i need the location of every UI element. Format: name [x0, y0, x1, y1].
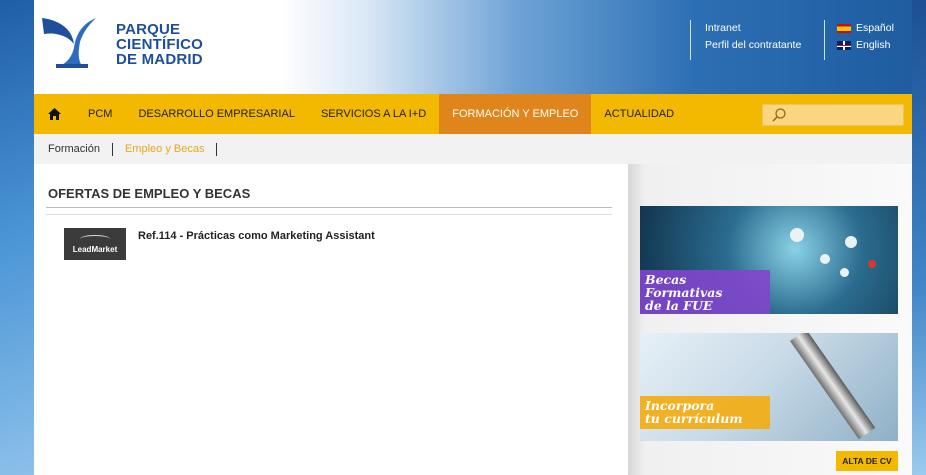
incorpora-curriculum-label: Incorpora tu currículum [640, 396, 770, 429]
sub-nav: Formación Empleo y Becas [34, 134, 912, 164]
nav-formacion-empleo[interactable]: FORMACIÓN Y EMPLEO [439, 94, 592, 134]
main-content: OFERTAS DE EMPLEO Y BECAS LeadMarket Ref… [34, 164, 628, 475]
page-background-left [0, 0, 34, 475]
page-wrapper: PARQUE CIENTÍFICO DE MADRID Intranet Per… [34, 0, 912, 475]
becas-fue-line1: Becas Formativas [645, 272, 723, 300]
logo-text[interactable]: PARQUE CIENTÍFICO DE MADRID [116, 22, 203, 67]
main-nav: PCM DESARROLLO EMPRESARIAL SERVICIOS A L… [34, 94, 912, 134]
subnav-divider [111, 142, 113, 156]
company-logo-text: LeadMarket [72, 244, 118, 254]
nav-home[interactable] [34, 94, 75, 134]
uk-flag-icon [837, 41, 851, 50]
subnav-formacion[interactable]: Formación [48, 143, 100, 155]
page-title: OFERTAS DE EMPLEO Y BECAS [48, 186, 251, 201]
logo-line-2: CIENTÍFICO [116, 36, 203, 53]
logo-line-1: PARQUE [116, 21, 181, 38]
pcm-logo-icon[interactable] [38, 14, 100, 70]
molecule-atom [845, 236, 857, 248]
search-icon[interactable] [771, 107, 787, 123]
language-en-label: English [856, 39, 891, 51]
subnav-divider [216, 142, 218, 156]
top-links: Intranet Perfil del contratante [690, 20, 801, 60]
site-header: PARQUE CIENTÍFICO DE MADRID Intranet Per… [34, 0, 912, 94]
alta-cv-button[interactable]: ALTA DE CV [836, 451, 898, 471]
nav-desarrollo-empresarial[interactable]: DESARROLLO EMPRESARIAL [125, 94, 308, 134]
spain-flag-icon [837, 24, 851, 33]
molecule-atom [790, 228, 804, 242]
job-title-link[interactable]: Ref.114 - Prácticas como Marketing Assis… [138, 230, 375, 242]
company-logo: LeadMarket [64, 228, 126, 260]
language-en-link[interactable]: English [837, 37, 894, 54]
subnav-empleo-becas[interactable]: Empleo y Becas [125, 143, 204, 155]
nav-servicios-id[interactable]: SERVICIOS A LA I+D [308, 94, 439, 134]
incorpora-curriculum-banner[interactable]: Incorpora tu currículum [640, 333, 898, 441]
sidebar: Becas Formativas de la FUE Incorpora tu … [628, 164, 912, 475]
incorpora-line2: tu currículum [645, 411, 743, 426]
molecule-atom [840, 268, 849, 277]
home-icon [48, 108, 61, 120]
nav-pcm[interactable]: PCM [75, 94, 125, 134]
logo-line-3: DE MADRID [116, 51, 203, 68]
search-input[interactable] [762, 104, 904, 126]
molecule-atom [868, 260, 876, 268]
intranet-link[interactable]: Intranet [705, 20, 801, 37]
fountain-pen-icon [790, 333, 876, 440]
perfil-contratante-link[interactable]: Perfil del contratante [705, 37, 801, 54]
list-item[interactable]: LeadMarket Ref.114 - Prácticas como Mark… [64, 228, 375, 260]
becas-fue-line2: de la FUE [645, 298, 713, 313]
title-divider-secondary [46, 214, 612, 215]
language-es-link[interactable]: Español [837, 20, 894, 37]
nav-actualidad[interactable]: ACTUALIDAD [591, 94, 687, 134]
becas-fue-label: Becas Formativas de la FUE [640, 270, 770, 314]
language-switcher: Español English [824, 20, 894, 60]
title-divider [46, 207, 612, 208]
signal-waves-icon [80, 234, 110, 243]
page-background-right [910, 0, 926, 475]
language-es-label: Español [856, 22, 894, 34]
becas-fue-banner[interactable]: Becas Formativas de la FUE [640, 206, 898, 314]
molecule-atom [820, 254, 830, 264]
